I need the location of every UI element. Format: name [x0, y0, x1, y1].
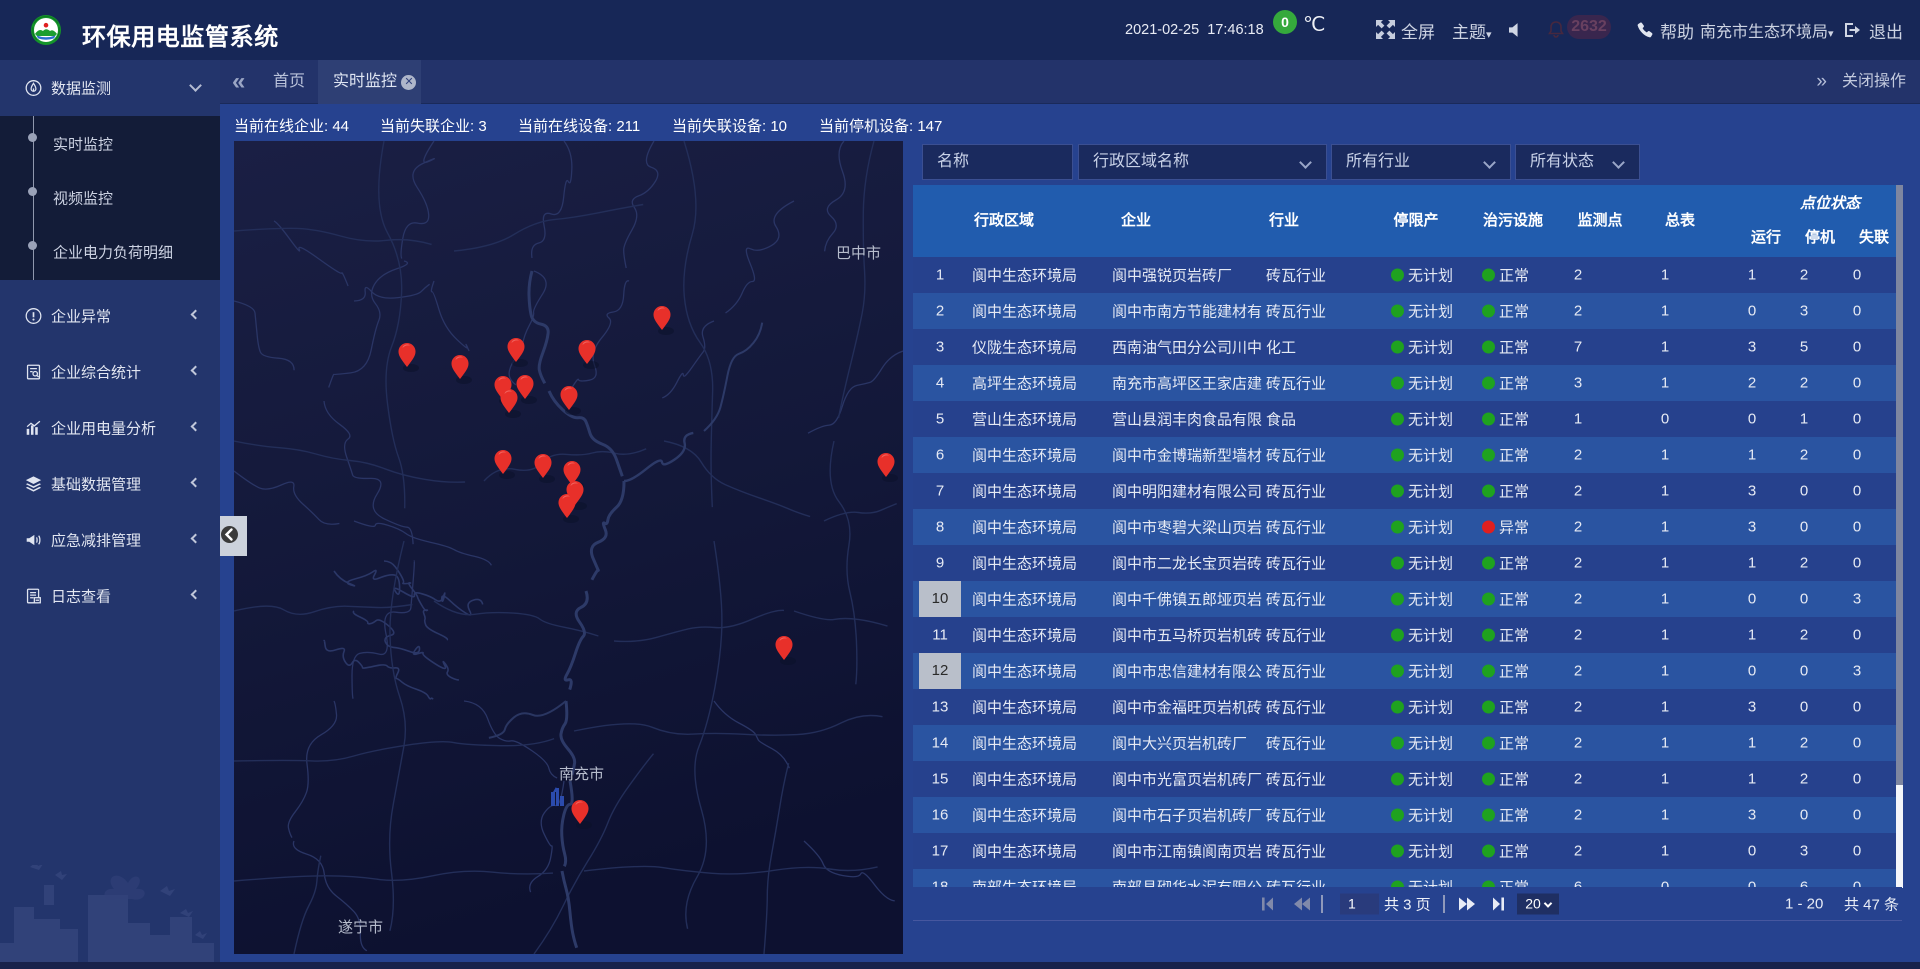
- svg-text:巴中市: 巴中市: [836, 245, 881, 262]
- svg-text:南充市: 南充市: [559, 766, 604, 783]
- svg-text:遂宁市: 遂宁市: [338, 919, 383, 936]
